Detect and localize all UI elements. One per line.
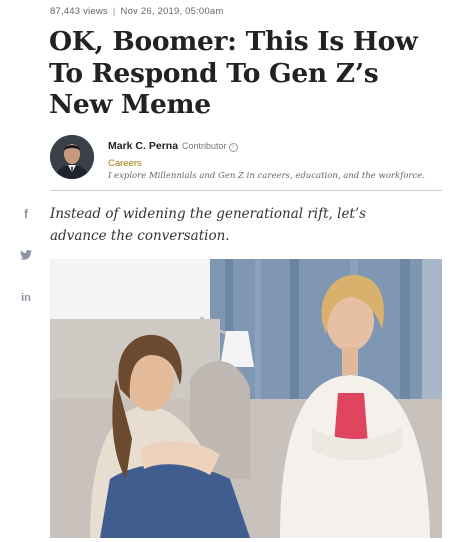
author-role: Contributor — [182, 141, 227, 151]
twitter-icon — [20, 247, 32, 265]
linkedin-share-button[interactable]: in — [16, 290, 36, 306]
twitter-share-button[interactable] — [16, 248, 36, 264]
divider — [50, 190, 442, 191]
article-headline: OK, Boomer: This Is How To Respond To Ge… — [49, 26, 418, 120]
facebook-share-button[interactable]: f — [16, 206, 36, 222]
author-avatar[interactable] — [50, 135, 94, 179]
facebook-icon: f — [24, 207, 28, 221]
author-bio: I explore Millennials and Gen Z in caree… — [108, 171, 425, 181]
linkedin-icon: in — [21, 292, 31, 304]
article-meta: 87,443 views | Nov 26, 2019, 05:00am — [50, 6, 224, 17]
channel-link[interactable]: Careers — [108, 158, 425, 169]
author-block: Mark C. Perna Contributor i Careers I expl… — [50, 135, 450, 183]
hero-image — [50, 259, 442, 538]
view-count: 87,443 views — [50, 6, 108, 17]
meta-separator: | — [112, 6, 116, 17]
info-icon[interactable]: i — [228, 143, 238, 152]
author-name[interactable]: Mark C. Perna — [108, 140, 178, 152]
author-info: Mark C. Perna Contributor i Careers I expl… — [108, 136, 425, 181]
publish-date: Nov 26, 2019, 05:00am — [120, 6, 224, 17]
article-standfirst: Instead of widening the generational rif… — [50, 206, 367, 244]
